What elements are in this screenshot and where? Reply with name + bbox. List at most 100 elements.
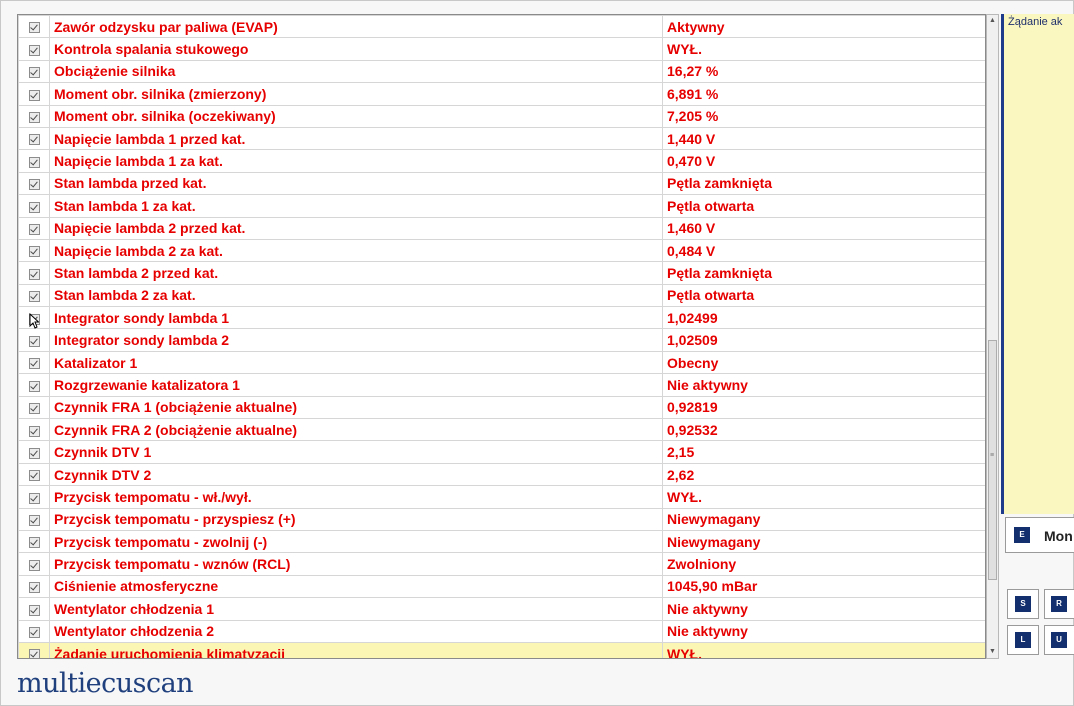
table-row[interactable]: Obciążenie silnika 16,27 %	[18, 59, 985, 84]
table-row[interactable]: Moment obr. silnika (zmierzony) 6,891 %	[18, 82, 985, 106]
checkbox-checked-icon[interactable]	[28, 604, 40, 616]
checkbox-checked-icon[interactable]	[28, 492, 40, 504]
row-checkbox-cell	[18, 485, 50, 509]
table-row[interactable]: Stan lambda 1 za kat. Pętla otwarta	[18, 194, 985, 218]
row-checkbox-cell	[18, 238, 50, 263]
parameter-value: 1045,90 mBar	[662, 574, 985, 599]
monitor-button[interactable]: E Mon	[1005, 517, 1074, 553]
checkbox-checked-icon[interactable]	[28, 156, 40, 168]
row-checkbox-cell	[18, 373, 50, 397]
parameter-value: 2,15	[662, 440, 985, 464]
row-checkbox-cell	[18, 104, 50, 128]
table-row[interactable]: Ciśnienie atmosferyczne 1045,90 mBar	[18, 574, 985, 599]
scrollbar-thumb[interactable]: ≡	[988, 340, 997, 580]
parameter-value: 7,205 %	[662, 104, 985, 128]
multiecuscan-logo: multiecuscan	[17, 668, 194, 699]
checkbox-checked-icon[interactable]	[28, 425, 40, 437]
table-row[interactable]: Stan lambda 2 przed kat. Pętla zamknięta	[18, 261, 985, 285]
table-row[interactable]: Integrator sondy lambda 1 1,02499	[18, 306, 985, 330]
parameter-value: Pętla zamknięta	[662, 261, 985, 285]
checkbox-checked-icon[interactable]	[28, 179, 40, 191]
mouse-cursor-icon	[29, 313, 39, 329]
parameter-value: 6,891 %	[662, 82, 985, 106]
row-checkbox-cell	[18, 641, 50, 658]
table-row[interactable]: Stan lambda przed kat. Pętla zamknięta	[18, 171, 985, 196]
table-row[interactable]: Rozgrzewanie katalizatora 1 Nie aktywny	[18, 373, 985, 397]
checkbox-checked-icon[interactable]	[28, 268, 40, 280]
table-row[interactable]: Żądanie uruchomienia klimatyzacji WYŁ.	[18, 641, 985, 658]
table-row[interactable]: Czynnik FRA 1 (obciążenie aktualne) 0,928…	[18, 395, 985, 420]
table-row[interactable]: Czynnik DTV 2 2,62	[18, 462, 985, 487]
checkbox-checked-icon[interactable]	[28, 201, 40, 213]
row-checkbox-cell	[18, 418, 50, 442]
checkbox-checked-icon[interactable]	[28, 335, 40, 347]
u-button[interactable]: U	[1044, 625, 1074, 655]
key-u-icon: U	[1051, 632, 1067, 648]
checkbox-checked-icon[interactable]	[28, 89, 40, 101]
key-l-icon: L	[1015, 632, 1031, 648]
parameter-value: 0,92532	[662, 418, 985, 442]
table-row[interactable]: Wentylator chłodzenia 1 Nie aktywny	[18, 597, 985, 621]
parameter-name: Wentylator chłodzenia 2	[49, 619, 663, 643]
checkbox-checked-icon[interactable]	[28, 358, 40, 370]
checkbox-checked-icon[interactable]	[28, 291, 40, 303]
checkbox-checked-icon[interactable]	[28, 380, 40, 392]
row-checkbox-cell	[18, 59, 50, 84]
app-window: Zawór odzysku par paliwa (EVAP) Aktywny Ko…	[0, 0, 1074, 706]
checkbox-checked-icon[interactable]	[28, 582, 40, 594]
checkbox-checked-icon[interactable]	[28, 246, 40, 258]
checkbox-checked-icon[interactable]	[28, 22, 40, 34]
checkbox-checked-icon[interactable]	[28, 559, 40, 571]
parameter-value: WYŁ.	[662, 641, 985, 658]
table-row[interactable]: Zawór odzysku par paliwa (EVAP) Aktywny	[18, 15, 985, 39]
table-row[interactable]: Katalizator 1 Obecny	[18, 350, 985, 375]
checkbox-checked-icon[interactable]	[28, 515, 40, 527]
table-row[interactable]: Kontrola spalania stukowego WYŁ.	[18, 37, 985, 61]
parameter-value: Niewymagany	[662, 507, 985, 531]
checkbox-checked-icon[interactable]	[28, 112, 40, 124]
table-row[interactable]: Czynnik FRA 2 (obciążenie aktualne) 0,925…	[18, 418, 985, 442]
checkbox-checked-icon[interactable]	[28, 134, 40, 146]
parameter-value: Nie aktywny	[662, 373, 985, 397]
scroll-down-arrow-icon[interactable]: ▼	[987, 646, 998, 658]
checkbox-checked-icon[interactable]	[28, 447, 40, 459]
row-checkbox-cell	[18, 37, 50, 61]
checkbox-checked-icon[interactable]	[28, 224, 40, 235]
row-checkbox-cell	[18, 171, 50, 196]
parameter-name: Stan lambda 1 za kat.	[49, 194, 663, 218]
row-checkbox-cell	[18, 261, 50, 285]
table-row[interactable]: Wentylator chłodzenia 2 Nie aktywny	[18, 619, 985, 643]
checkbox-checked-icon[interactable]	[28, 403, 40, 415]
r-button[interactable]: R	[1044, 589, 1074, 619]
table-row[interactable]: Przycisk tempomatu - wznów (RCL) Zwolnion…	[18, 552, 985, 576]
table-row[interactable]: Przycisk tempomatu - zwolnij (-) Niewymag…	[18, 529, 985, 554]
parameter-value: 16,27 %	[662, 59, 985, 84]
table-row[interactable]: Przycisk tempomatu - wł./wył. WYŁ.	[18, 485, 985, 509]
scrollbar-grip-icon: ≡	[990, 452, 995, 459]
table-row[interactable]: Integrator sondy lambda 2 1,02509	[18, 328, 985, 352]
parameter-value: WYŁ.	[662, 485, 985, 509]
checkbox-checked-icon[interactable]	[28, 537, 40, 549]
parameter-name: Czynnik DTV 1	[49, 440, 663, 464]
parameter-name: Obciążenie silnika	[49, 59, 663, 84]
table-row[interactable]: Przycisk tempomatu - przyspiesz (+) Niewy…	[18, 507, 985, 531]
checkbox-checked-icon[interactable]	[28, 44, 40, 56]
l-button[interactable]: L	[1007, 625, 1039, 655]
parameter-name: Katalizator 1	[49, 350, 663, 375]
parameter-name: Moment obr. silnika (oczekiwany)	[49, 104, 663, 128]
table-row[interactable]: Napięcie lambda 1 przed kat. 1,440 V	[18, 126, 985, 151]
s-button[interactable]: S	[1007, 589, 1039, 619]
checkbox-checked-icon[interactable]	[28, 67, 40, 79]
table-row[interactable]: Napięcie lambda 1 za kat. 0,470 V	[18, 149, 985, 173]
scroll-up-arrow-icon[interactable]: ▲	[987, 15, 998, 27]
checkbox-checked-icon[interactable]	[28, 470, 40, 482]
table-scrollbar[interactable]: ▲ ≡ ▼	[986, 14, 999, 659]
table-row[interactable]: Czynnik DTV 1 2,15	[18, 440, 985, 464]
table-row[interactable]: Moment obr. silnika (oczekiwany) 7,205 %	[18, 104, 985, 128]
table-row[interactable]: Stan lambda 2 za kat. Pętla otwarta	[18, 283, 985, 308]
table-row[interactable]: Napięcie lambda 2 za kat. 0,484 V	[18, 238, 985, 263]
row-checkbox-cell	[18, 283, 50, 308]
checkbox-checked-icon[interactable]	[28, 627, 40, 639]
table-row[interactable]: Napięcie lambda 2 przed kat. 1,460 V	[18, 216, 985, 240]
checkbox-checked-icon[interactable]	[28, 649, 40, 658]
